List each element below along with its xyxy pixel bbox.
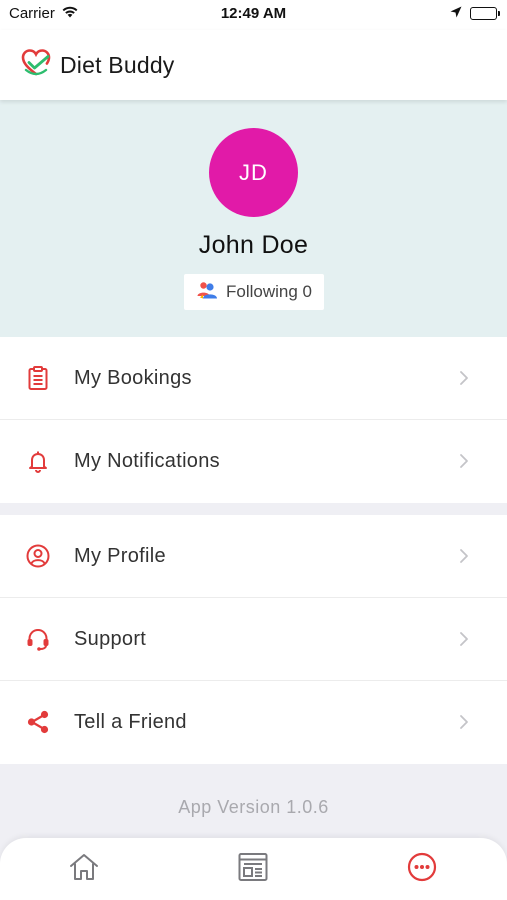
more-icon (406, 851, 438, 888)
status-time: 12:49 AM (220, 5, 287, 22)
status-right (450, 5, 500, 22)
user-circle-icon (25, 543, 51, 569)
news-icon (237, 851, 269, 888)
chevron-right-icon (459, 370, 469, 386)
tab-bar (0, 838, 507, 900)
menu-label: My Bookings (74, 366, 192, 389)
following-label: Following 0 (226, 282, 312, 301)
menu-label: Support (74, 627, 147, 650)
following-button[interactable]: Following 0 (184, 274, 324, 310)
avatar[interactable]: JD (209, 128, 298, 217)
share-icon (25, 709, 51, 735)
battery-icon (470, 7, 500, 20)
menu-item-tell-a-friend[interactable]: Tell a Friend (0, 681, 507, 764)
menu-item-my-notifications[interactable]: My Notifications (0, 420, 507, 503)
menu-label: My Notifications (74, 450, 220, 472)
app-title: Diet Buddy (60, 51, 175, 78)
profile-section: JD John Doe Following 0 (0, 100, 507, 337)
home-icon (68, 851, 100, 888)
tab-home[interactable] (67, 852, 101, 886)
heart-logo-icon (20, 47, 52, 84)
status-bar: Carrier 12:49 AM (0, 0, 507, 30)
menu-item-my-bookings[interactable]: My Bookings (0, 337, 507, 420)
headset-icon (25, 626, 51, 652)
menu-label: My Profile (74, 544, 166, 567)
menu-item-my-profile[interactable]: My Profile (0, 515, 507, 598)
app-version: App Version 1.0.6 (178, 797, 329, 817)
menu-group-general: My Profile Support Tell a Friend (0, 515, 507, 764)
location-arrow-icon (450, 5, 462, 22)
clipboard-icon (25, 365, 51, 391)
chevron-right-icon (459, 714, 469, 730)
tab-feed[interactable] (236, 852, 270, 886)
user-name: John Doe (198, 231, 309, 259)
app-header: Diet Buddy (0, 30, 507, 100)
chevron-right-icon (459, 548, 469, 564)
menu-group-account: My Bookings My Notifications (0, 337, 507, 503)
menu-item-support[interactable]: Support (0, 598, 507, 681)
chevron-right-icon (459, 631, 469, 647)
bell-icon (25, 448, 51, 474)
users-icon (196, 280, 218, 305)
chevron-right-icon (459, 453, 469, 469)
menu-label: Tell a Friend (74, 711, 187, 733)
tab-more[interactable] (405, 852, 439, 886)
